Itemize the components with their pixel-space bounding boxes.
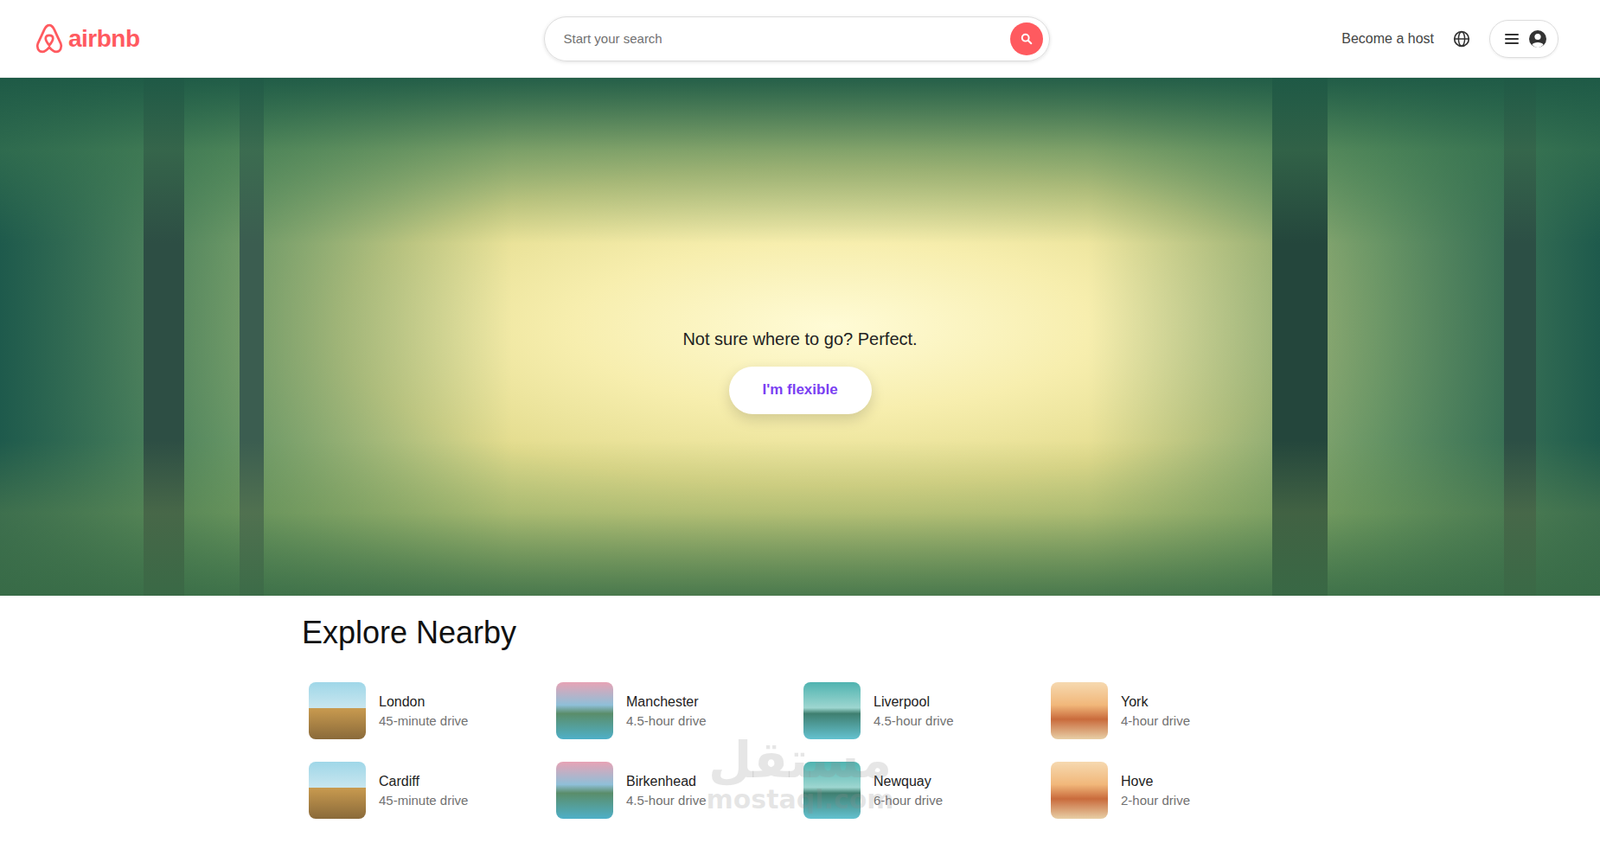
place-distance: 4.5-hour drive <box>626 713 707 729</box>
explore-nearby: Explore Nearby London 45-minute drive Manch… <box>301 595 1299 820</box>
search-bar[interactable] <box>544 16 1050 62</box>
header: airbnb Become a host <box>0 0 1600 78</box>
watermark-arabic: مستقل <box>705 735 894 786</box>
place-thumbnail <box>308 761 366 820</box>
place-info: Newquay 6-hour drive <box>873 774 943 808</box>
place-thumbnail <box>308 682 366 740</box>
places-grid: London 45-minute drive Manchester 4.5-hour … <box>301 682 1299 820</box>
place-thumbnail <box>556 682 614 740</box>
place-distance: 4-hour drive <box>1120 713 1191 729</box>
hero-prompt: Not sure where to go? Perfect. <box>682 329 917 350</box>
place-name: Manchester <box>626 694 707 711</box>
logo[interactable]: airbnb <box>34 23 544 55</box>
place-distance: 4.5-hour drive <box>626 793 707 808</box>
page: airbnb Become a host Not sure where to go?… <box>0 0 1600 843</box>
place-info: Liverpool 4.5-hour drive <box>873 694 954 729</box>
place-info: Birkenhead 4.5-hour drive <box>626 774 707 808</box>
place-info: Cardiff 45-minute drive <box>378 774 468 808</box>
place-card[interactable]: Liverpool 4.5-hour drive <box>803 682 1051 740</box>
place-distance: 2-hour drive <box>1120 793 1191 808</box>
user-avatar-icon <box>1528 29 1548 49</box>
place-thumbnail <box>803 761 861 820</box>
globe-icon[interactable] <box>1452 30 1471 48</box>
hero-banner: Not sure where to go? Perfect. I'm flexib… <box>0 77 1600 596</box>
header-actions: Become a host <box>1049 19 1560 58</box>
place-name: Birkenhead <box>626 774 707 790</box>
place-info: Hove 2-hour drive <box>1120 774 1191 808</box>
place-card[interactable]: Newquay 6-hour drive <box>803 761 1051 820</box>
place-info: London 45-minute drive <box>378 694 468 729</box>
user-menu-button[interactable] <box>1489 19 1559 58</box>
place-card[interactable]: London 45-minute drive <box>308 682 557 740</box>
become-host-link[interactable]: Become a host <box>1341 31 1434 47</box>
place-name: Cardiff <box>378 774 468 790</box>
place-distance: 4.5-hour drive <box>873 713 954 729</box>
place-distance: 45-minute drive <box>378 793 468 808</box>
place-name: York <box>1120 694 1191 711</box>
hamburger-icon <box>1504 32 1520 46</box>
place-card[interactable]: Cardiff 45-minute drive <box>308 761 557 820</box>
place-thumbnail <box>1050 761 1108 820</box>
place-name: London <box>378 694 468 711</box>
place-card[interactable]: Manchester 4.5-hour drive <box>556 682 804 740</box>
flexible-button[interactable]: I'm flexible <box>729 366 872 415</box>
magnifier-icon <box>1020 32 1033 45</box>
place-card[interactable]: York 4-hour drive <box>1050 682 1299 740</box>
place-info: Manchester 4.5-hour drive <box>626 694 707 729</box>
place-name: Liverpool <box>873 694 954 711</box>
airbnb-logo-icon <box>34 23 64 55</box>
place-thumbnail <box>1050 682 1108 740</box>
section-title: Explore Nearby <box>301 614 1299 652</box>
search-button[interactable] <box>1010 22 1044 56</box>
place-info: York 4-hour drive <box>1120 694 1191 729</box>
search-input[interactable] <box>562 30 1011 47</box>
place-thumbnail <box>556 761 614 820</box>
place-name: Newquay <box>873 774 943 790</box>
watermark: مستقلmostaql.com <box>705 735 894 813</box>
place-distance: 6-hour drive <box>873 793 943 808</box>
place-thumbnail <box>803 682 861 740</box>
logo-text: airbnb <box>68 25 141 53</box>
place-card[interactable]: Birkenhead 4.5-hour drive <box>556 761 804 820</box>
place-card[interactable]: Hove 2-hour drive <box>1050 761 1299 820</box>
place-distance: 45-minute drive <box>378 713 468 729</box>
place-name: Hove <box>1120 774 1191 790</box>
watermark-latin: mostaql.com <box>705 787 894 813</box>
